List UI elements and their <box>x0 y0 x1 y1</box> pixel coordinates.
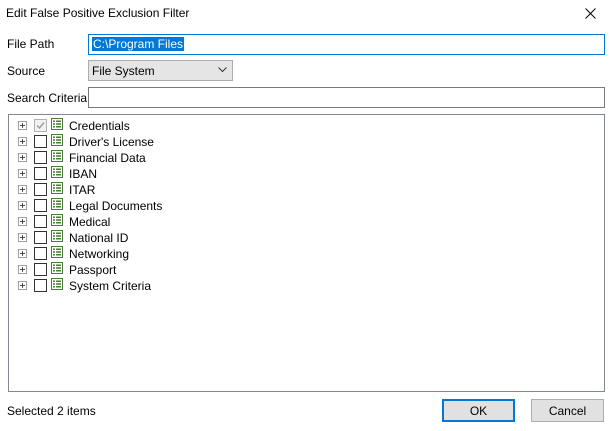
tree-item-label: ITAR <box>69 183 96 197</box>
tree-item-label: Financial Data <box>69 151 146 165</box>
list-icon <box>51 262 63 274</box>
tree-item-label: Driver's License <box>69 135 154 149</box>
tree-item-checkbox[interactable] <box>34 119 47 132</box>
checkmark-icon <box>36 122 45 130</box>
plus-expander-icon[interactable] <box>18 281 27 290</box>
tree-item-label: Credentials <box>69 119 130 133</box>
tree-item[interactable]: Driver's License <box>9 133 604 149</box>
file-path-value: C:\Program Files <box>92 37 185 51</box>
tree-item-checkbox[interactable] <box>34 263 47 276</box>
tree-item-label: Medical <box>69 215 111 229</box>
tree-item-label: National ID <box>69 231 129 245</box>
list-icon <box>51 214 63 226</box>
tree-item[interactable]: Credentials <box>9 117 604 133</box>
list-icon <box>51 150 63 162</box>
tree-item-checkbox[interactable] <box>34 167 47 180</box>
plus-expander-icon[interactable] <box>18 201 27 210</box>
selection-status: Selected 2 items <box>7 404 96 418</box>
tree-item-checkbox[interactable] <box>34 247 47 260</box>
tree-item-checkbox[interactable] <box>34 231 47 244</box>
tree-item[interactable]: Passport <box>9 261 604 277</box>
title-bar: Edit False Positive Exclusion Filter <box>0 0 613 26</box>
plus-expander-icon[interactable] <box>18 137 27 146</box>
plus-expander-icon[interactable] <box>18 121 27 130</box>
cancel-button[interactable]: Cancel <box>531 399 604 422</box>
tree-item[interactable]: ITAR <box>9 181 604 197</box>
list-icon <box>51 278 63 290</box>
list-icon <box>51 182 63 194</box>
search-criteria-label: Search Criteria <box>7 91 88 105</box>
tree-item-checkbox[interactable] <box>34 215 47 228</box>
list-icon <box>51 198 63 210</box>
tree-item[interactable]: Legal Documents <box>9 197 604 213</box>
tree-item-checkbox[interactable] <box>34 135 47 148</box>
source-label: Source <box>7 64 46 78</box>
tree-item[interactable]: IBAN <box>9 165 604 181</box>
tree-item-checkbox[interactable] <box>34 151 47 164</box>
plus-expander-icon[interactable] <box>18 169 27 178</box>
chevron-down-icon <box>218 67 227 73</box>
tree-item-checkbox[interactable] <box>34 183 47 196</box>
tree-item-label: Legal Documents <box>69 199 163 213</box>
file-path-label: File Path <box>7 37 55 51</box>
tree-item-label: System Criteria <box>69 279 152 293</box>
plus-expander-icon[interactable] <box>18 233 27 242</box>
ok-button[interactable]: OK <box>442 399 515 422</box>
tree-item-label: IBAN <box>69 167 98 181</box>
source-dropdown[interactable]: File System <box>88 60 233 81</box>
tree-item-label: Networking <box>69 247 130 261</box>
list-icon <box>51 246 63 258</box>
category-tree[interactable]: Credentials Driver's License Financial Dat… <box>8 114 605 392</box>
tree-item-checkbox[interactable] <box>34 279 47 292</box>
tree-item[interactable]: Financial Data <box>9 149 604 165</box>
list-icon <box>51 230 63 242</box>
plus-expander-icon[interactable] <box>18 217 27 226</box>
tree-item[interactable]: Networking <box>9 245 604 261</box>
tree-item[interactable]: System Criteria <box>9 277 604 293</box>
plus-expander-icon[interactable] <box>18 153 27 162</box>
plus-expander-icon[interactable] <box>18 185 27 194</box>
tree-item[interactable]: National ID <box>9 229 604 245</box>
close-button[interactable] <box>568 0 613 26</box>
plus-expander-icon[interactable] <box>18 249 27 258</box>
search-criteria-input[interactable] <box>88 87 605 108</box>
plus-expander-icon[interactable] <box>18 265 27 274</box>
tree-item-label: Passport <box>69 263 117 277</box>
list-icon <box>51 118 63 130</box>
dialog-title: Edit False Positive Exclusion Filter <box>6 6 190 20</box>
file-path-input[interactable]: C:\Program Files <box>88 34 605 55</box>
source-selected-value: File System <box>92 64 155 78</box>
tree-item-checkbox[interactable] <box>34 199 47 212</box>
list-icon <box>51 166 63 178</box>
tree-item[interactable]: Medical <box>9 213 604 229</box>
list-icon <box>51 134 63 146</box>
close-icon <box>585 7 596 19</box>
